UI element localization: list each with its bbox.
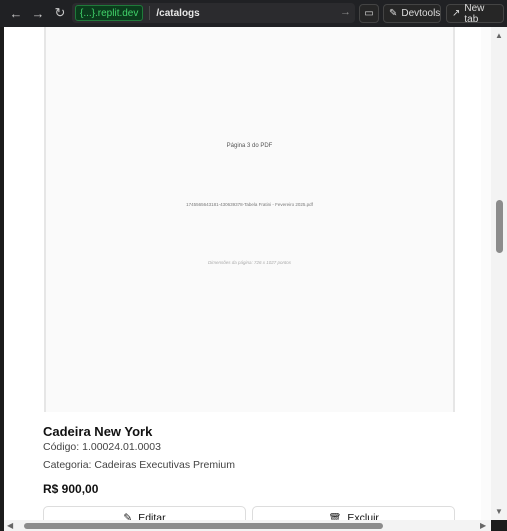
page-viewport: Página 3 do PDF 1745565643181-430639378-… (4, 27, 481, 520)
product-name: Cadeira New York (43, 424, 153, 439)
pdf-file-name: 1745565643181-430639378-Tabela Fratini -… (186, 202, 313, 207)
trash-icon: 🗑 (328, 512, 342, 521)
devtools-label: Devtools (401, 8, 441, 19)
scroll-down-icon[interactable]: ▼ (495, 507, 503, 516)
pdf-page-label: Página 3 do PDF (226, 143, 273, 149)
scroll-left-icon[interactable]: ◀ (7, 521, 13, 530)
screen-button[interactable]: ▭ (359, 4, 379, 23)
right-gutter (481, 27, 491, 520)
edit-button[interactable]: ✎ Editar (43, 506, 246, 520)
pdf-dimensions: Dimensões da página: 726 x 1027 pontos (207, 260, 292, 265)
horizontal-scroll-thumb[interactable] (24, 523, 383, 529)
devtools-button[interactable]: ✎ Devtools (383, 4, 441, 23)
new-tab-label: New tab (464, 2, 485, 25)
url-separator (149, 6, 151, 20)
scroll-right-icon[interactable]: ▶ (480, 521, 486, 530)
browser-toolbar: ← → ↻ {...}.replit.dev /catalogs → ▭ ✎ D… (0, 0, 507, 27)
scroll-up-icon[interactable]: ▲ (495, 31, 503, 40)
horizontal-scrollbar[interactable]: ◀ ▶ (4, 520, 491, 531)
screen-icon: ▭ (364, 8, 374, 19)
forward-arrow-icon[interactable]: → (28, 3, 48, 23)
pdf-preview[interactable]: Página 3 do PDF 1745565643181-430639378-… (44, 27, 455, 412)
vertical-scroll-thumb[interactable] (496, 200, 503, 253)
url-path[interactable]: /catalogs (156, 8, 199, 19)
new-tab-button[interactable]: ↗ New tab (446, 2, 504, 25)
wrench-icon: ✎ (389, 8, 398, 19)
product-category: Categoria: Cadeiras Executivas Premium (43, 459, 235, 471)
reload-icon[interactable]: ↻ (50, 3, 70, 23)
back-arrow-icon[interactable]: ← (6, 3, 26, 23)
external-link-icon: ↗ (452, 8, 461, 19)
delete-button[interactable]: 🗑 Excluir (252, 506, 455, 520)
domain-badge: {...}.replit.dev (75, 5, 144, 21)
product-code: Código: 1.00024.01.0003 (43, 441, 161, 453)
address-bar[interactable]: {...}.replit.dev /catalogs → (72, 3, 355, 23)
edit-label: Editar (138, 512, 166, 520)
go-arrow-icon[interactable]: → (340, 6, 351, 18)
vertical-scrollbar[interactable]: ▲ ▼ (491, 27, 507, 520)
product-price: R$ 900,00 (43, 482, 99, 496)
pencil-icon: ✎ (123, 512, 133, 520)
delete-label: Excluir (347, 512, 379, 520)
